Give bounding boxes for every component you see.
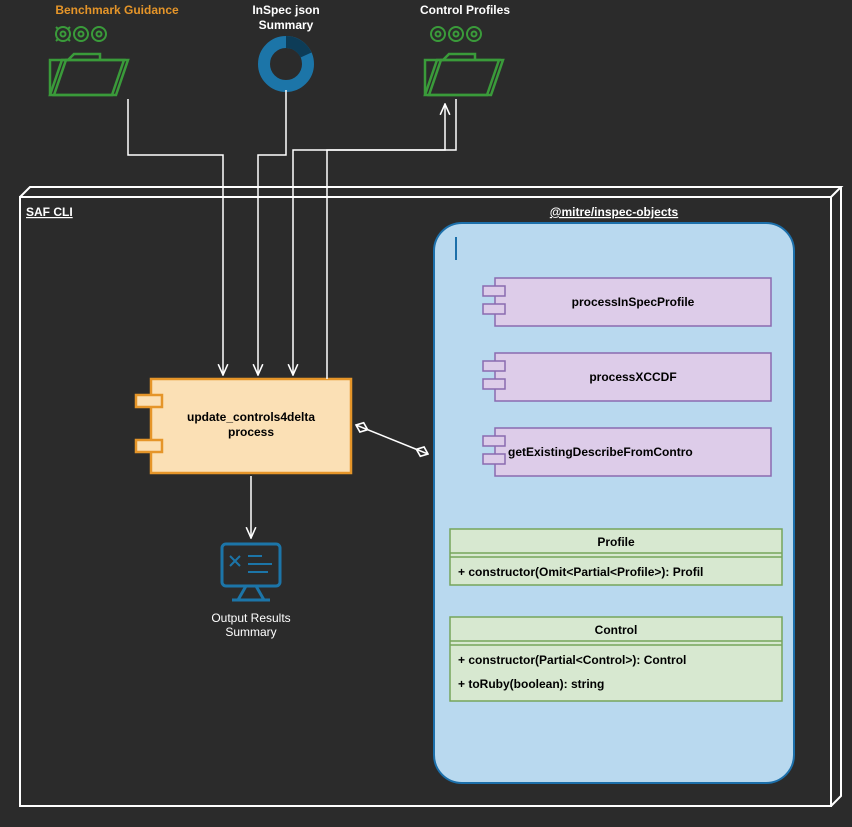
output-monitor: Output Results Summary <box>211 544 290 639</box>
saf-cli-title: SAF CLI <box>26 205 73 219</box>
update-controls-process: update_controls4delta process <box>136 379 351 473</box>
component-processxccdf: processXCCDF <box>483 353 771 401</box>
control-m2: + toRuby(boolean): string <box>458 677 604 691</box>
inspec-objects-group: @mitre/inspec-objects processInSpecProfi… <box>434 205 794 783</box>
control-m1: + constructor(Partial<Control>): Control <box>458 653 686 667</box>
benchmark-input: Benchmark Guidance <box>50 3 179 95</box>
benchmark-label-1: Benchmark Guidance <box>55 3 179 17</box>
profile-method: + constructor(Omit<Partial<Profile>): Pr… <box>458 565 703 579</box>
donut-icon <box>264 42 308 86</box>
gears-icon-2 <box>431 27 481 41</box>
class-control: Control + constructor(Partial<Control>):… <box>450 617 782 701</box>
control-profiles-input: Control Profiles <box>420 3 510 95</box>
folder-icon-2 <box>425 54 503 95</box>
inspec-label-1: InSpec json <box>252 3 319 17</box>
inspec-label-2: Summary <box>259 18 314 32</box>
component-getexistingdescribe: getExistingDescribeFromContro <box>483 428 771 476</box>
output-label-2: Summary <box>225 625 276 639</box>
component-processinspecprofile: processInSpecProfile <box>483 278 771 326</box>
inspec-input: InSpec json Summary <box>252 3 319 86</box>
output-label-1: Output Results <box>211 611 290 625</box>
inspec-objects-title: @mitre/inspec-objects <box>550 205 679 219</box>
control-title: Control <box>595 623 638 637</box>
profile-title: Profile <box>597 535 635 549</box>
process-label-1: update_controls4delta <box>187 410 315 424</box>
gears-icon <box>56 27 106 41</box>
fn1-label: processInSpecProfile <box>572 295 695 309</box>
class-profile: Profile + constructor(Omit<Partial<Profi… <box>450 529 782 585</box>
process-label-2: process <box>228 425 274 439</box>
fn3-label: getExistingDescribeFromContro <box>508 445 693 459</box>
fn2-label: processXCCDF <box>589 370 676 384</box>
controlprofiles-label: Control Profiles <box>420 3 510 17</box>
folder-icon <box>50 54 128 95</box>
